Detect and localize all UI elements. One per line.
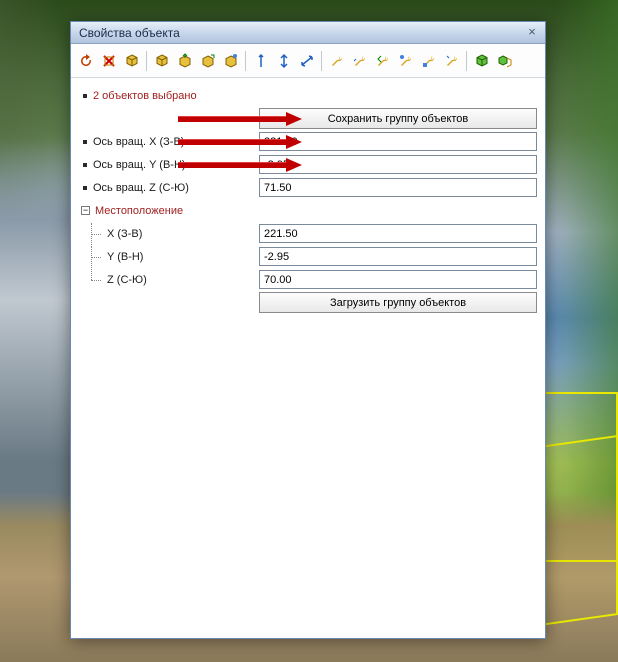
position-section-label: Местоположение [95, 205, 183, 217]
bullet-icon [83, 186, 87, 190]
properties-panel: Свойства объекта × [70, 21, 546, 639]
wrench-b-icon[interactable] [349, 50, 371, 72]
toolbar [71, 44, 545, 78]
content-area: 2 объектов выбрано Сохранить группу объе… [71, 78, 545, 638]
position-z-input[interactable] [259, 270, 537, 289]
cube-icon[interactable] [121, 50, 143, 72]
bullet-icon [83, 163, 87, 167]
rotation-x-input[interactable] [259, 132, 537, 151]
position-y-input[interactable] [259, 247, 537, 266]
cube-up-icon[interactable] [174, 50, 196, 72]
bullet-icon [83, 140, 87, 144]
tree-line-icon [87, 246, 107, 268]
axis-z-icon[interactable] [296, 50, 318, 72]
wrench-c-icon[interactable] [395, 50, 417, 72]
rotation-y-input[interactable] [259, 155, 537, 174]
wrench-a-icon[interactable] [326, 50, 348, 72]
rotation-x-row: Ось вращ. X (З-В) [79, 130, 537, 153]
position-y-row: Y (В-Н) [79, 245, 537, 268]
cube-link-icon[interactable] [220, 50, 242, 72]
close-icon[interactable]: × [525, 26, 539, 40]
wrench-arrow-icon[interactable] [372, 50, 394, 72]
window-title: Свойства объекта [79, 26, 525, 40]
wrench-d-icon[interactable] [418, 50, 440, 72]
box-green-icon[interactable] [471, 50, 493, 72]
collapse-icon[interactable]: − [81, 206, 90, 215]
position-x-input[interactable] [259, 224, 537, 243]
position-x-label: X (З-В) [107, 228, 142, 240]
position-z-label: Z (С-Ю) [107, 274, 147, 286]
tree-line-icon [87, 269, 107, 291]
selection-status-row: 2 объектов выбрано [79, 84, 537, 107]
position-y-label: Y (В-Н) [107, 251, 143, 263]
delete-icon[interactable] [98, 50, 120, 72]
load-group-row: Загрузить группу объектов [79, 291, 537, 314]
bullet-icon [83, 94, 87, 98]
refresh-icon[interactable] [75, 50, 97, 72]
rotation-y-label: Ось вращ. Y (В-Н) [93, 159, 186, 171]
selection-count-label: 2 объектов выбрано [93, 90, 197, 102]
position-section-row: − Местоположение [79, 199, 537, 222]
position-x-row: X (З-В) [79, 222, 537, 245]
box-link-icon[interactable] [494, 50, 516, 72]
rotation-z-row: Ось вращ. Z (С-Ю) [79, 176, 537, 199]
rotation-x-label: Ось вращ. X (З-В) [93, 136, 184, 148]
rotation-z-input[interactable] [259, 178, 537, 197]
cube-move-icon[interactable] [197, 50, 219, 72]
axis-y-icon[interactable] [250, 50, 272, 72]
load-group-button[interactable]: Загрузить группу объектов [259, 292, 537, 313]
save-group-row: Сохранить группу объектов [79, 107, 537, 130]
position-z-row: Z (С-Ю) [79, 268, 537, 291]
save-group-button[interactable]: Сохранить группу объектов [259, 108, 537, 129]
rotation-z-label: Ось вращ. Z (С-Ю) [93, 182, 189, 194]
wrench-e-icon[interactable] [441, 50, 463, 72]
tree-line-icon [87, 223, 107, 245]
cube-add-icon[interactable] [151, 50, 173, 72]
titlebar[interactable]: Свойства объекта × [71, 22, 545, 44]
axis-x-icon[interactable] [273, 50, 295, 72]
rotation-y-row: Ось вращ. Y (В-Н) [79, 153, 537, 176]
